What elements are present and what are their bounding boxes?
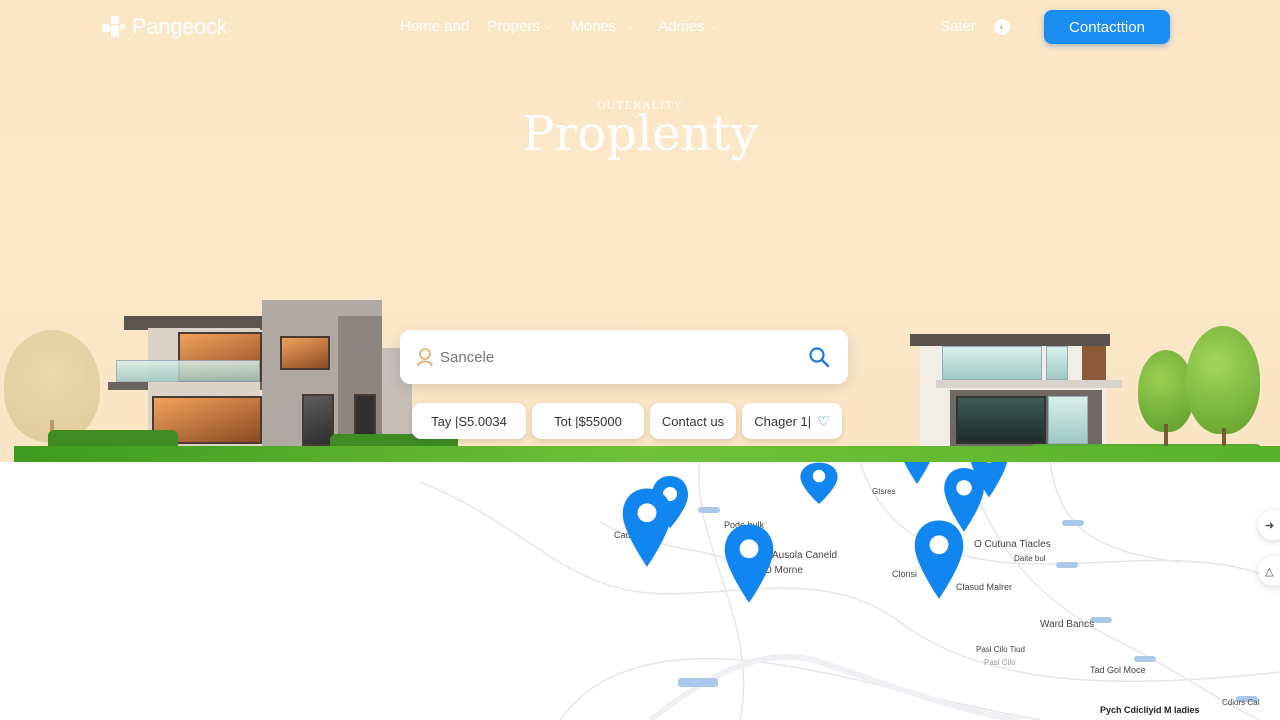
top-nav: Pangeock Home and Propers ⌵ Mones ⌵ Admes ⌵… [0, 0, 1280, 56]
map-label: Pych Cdicliyid M ladies [1100, 705, 1200, 715]
filter-chip-price-min[interactable]: Tay |S5.0034 [412, 403, 526, 439]
map-label: Ausola Caneld [772, 550, 838, 561]
nav-link-mones[interactable]: Mones ⌵ [571, 18, 634, 35]
brand-logo[interactable]: Pangeock [100, 14, 228, 40]
filter-chip-charger[interactable]: Chager 1| ♡ [742, 403, 842, 439]
map-marker[interactable] [912, 518, 966, 604]
nav-saler-link[interactable]: Sater [940, 18, 976, 35]
user-icon [417, 348, 433, 367]
nav-link-label: Home and [400, 18, 470, 35]
hero-section: Pangeock Home and Propers ⌵ Mones ⌵ Admes ⌵… [0, 0, 1280, 462]
filter-chips: Tay |S5.0034 Tot |$55000 Contact us Chag… [412, 403, 842, 439]
map-label: Pasl Cilo [984, 658, 1016, 667]
map-label: Cdiors Cal [1222, 698, 1260, 707]
map-badge [1062, 520, 1084, 526]
map-label: Tad Gol Moce [1090, 665, 1146, 675]
nav-link-label: Admes [657, 18, 705, 35]
chevron-down-icon: ⌵ [710, 21, 719, 32]
nav-link-admes[interactable]: Admes ⌵ [658, 18, 718, 35]
map-marker[interactable] [798, 462, 840, 504]
map-label: Pasl Cilo Tiud [976, 645, 1025, 654]
search-bar [400, 330, 848, 384]
map-badge [1056, 562, 1078, 568]
heart-icon: ♡ [817, 412, 830, 429]
theme-toggle-icon[interactable]: ◐ [994, 19, 1010, 35]
nav-link-home[interactable]: Home and [400, 18, 469, 35]
nav-link-properties[interactable]: Propers ⌵ [487, 18, 551, 35]
house-illustration-right [910, 334, 1130, 448]
chevron-down-icon: ⌵ [543, 21, 552, 32]
map-marker[interactable] [896, 462, 938, 486]
lawn-illustration [14, 446, 1280, 462]
map-locate-icon[interactable]: △ [1258, 556, 1280, 586]
map-badge [698, 507, 720, 513]
map-label: Daite bul [1014, 554, 1046, 563]
property-map[interactable]: Cadsto Pode bulk Ausola Caneld O Morne G… [0, 462, 1280, 720]
search-icon[interactable] [808, 346, 830, 368]
logo-icon [100, 14, 126, 40]
search-input[interactable] [440, 344, 800, 370]
contact-button[interactable]: Contacttion [1044, 10, 1170, 44]
chevron-down-icon: ⌵ [626, 21, 634, 32]
map-label: Ward Bancs [1040, 619, 1095, 630]
nav-link-label: Mones [571, 18, 617, 35]
map-marker[interactable] [620, 488, 674, 570]
map-badge [678, 678, 718, 687]
map-next-icon[interactable]: ➜ [1258, 510, 1280, 540]
map-label: Gtsres [872, 487, 896, 496]
filter-chip-label: Chager 1| [754, 413, 812, 429]
nav-link-label: Propers [487, 18, 540, 35]
map-marker[interactable] [722, 522, 776, 608]
map-badge [1134, 656, 1156, 662]
nav-links: Home and Propers ⌵ Mones ⌵ Admes ⌵ [400, 18, 718, 35]
brand-name: Pangeock [132, 14, 228, 39]
filter-chip-price-max[interactable]: Tot |$55000 [532, 403, 644, 439]
filter-chip-contact[interactable]: Contact us [650, 403, 736, 439]
map-label: O Cutuna Tiacles [974, 539, 1051, 550]
hero-title: Proplenty [522, 106, 758, 162]
